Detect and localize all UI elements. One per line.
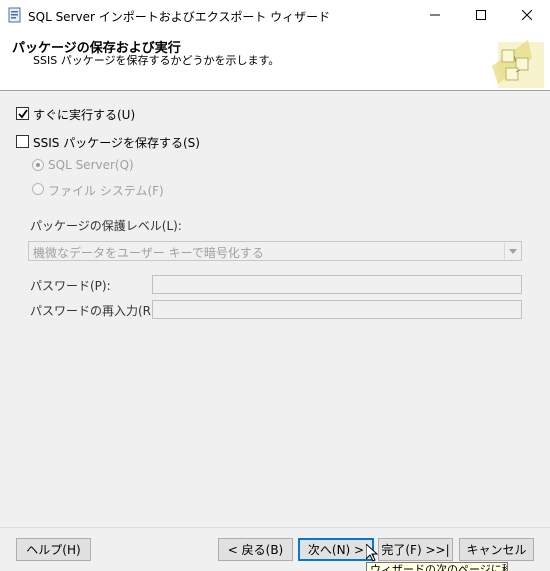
password-field[interactable] — [152, 275, 522, 294]
back-button[interactable]: < 戻る(B) — [218, 538, 293, 561]
minimize-icon — [430, 14, 440, 16]
close-button[interactable] — [504, 0, 550, 30]
run-immediately-label[interactable]: すぐに実行する(U) — [33, 106, 135, 123]
mouse-cursor-icon — [365, 542, 379, 562]
sql-server-radio[interactable] — [32, 159, 44, 171]
footer-divider — [0, 527, 550, 528]
password-label: パスワード(P): — [30, 279, 111, 293]
finish-button[interactable]: 完了(F) >>| — [378, 538, 453, 561]
maximize-icon — [476, 10, 486, 20]
protection-level-value: 機微なデータをユーザー キーで暗号化する — [33, 246, 264, 260]
checkmark-icon — [18, 109, 28, 119]
minimize-button[interactable] — [412, 0, 458, 30]
password-confirm-field[interactable] — [152, 300, 522, 319]
next-button[interactable]: 次へ(N) > — [298, 538, 374, 561]
wizard-header: パッケージの保存および実行 SSIS パッケージを保存するかどうかを示します。 — [0, 30, 550, 90]
next-button-tooltip: ウィザードの次のページに移動 — [366, 562, 508, 571]
close-icon — [522, 10, 532, 20]
run-immediately-checkbox[interactable] — [16, 107, 29, 120]
wizard-app-icon — [8, 7, 22, 23]
maximize-button[interactable] — [458, 0, 504, 30]
chevron-down-icon[interactable] — [504, 243, 520, 259]
help-button[interactable]: ヘルプ(H) — [16, 538, 91, 561]
file-system-label[interactable]: ファイル システム(F) — [48, 182, 164, 199]
title-bar: SQL Server インポートおよびエクスポート ウィザード — [0, 0, 550, 30]
sql-server-label[interactable]: SQL Server(Q) — [48, 158, 134, 172]
password-confirm-label: パスワードの再入力(R): — [30, 304, 160, 318]
page-subtitle: SSIS パッケージを保存するかどうかを示します。 — [33, 54, 280, 67]
protection-level-select[interactable]: 機微なデータをユーザー キーで暗号化する — [28, 241, 522, 261]
window-title: SQL Server インポートおよびエクスポート ウィザード — [28, 10, 331, 24]
content-area: すぐに実行する(U) SSIS パッケージを保存する(S) SQL Server… — [0, 91, 550, 527]
cancel-button[interactable]: キャンセル — [459, 538, 534, 561]
file-system-radio[interactable] — [32, 183, 44, 195]
protection-level-label: パッケージの保護レベル(L): — [30, 219, 182, 233]
save-package-label[interactable]: SSIS パッケージを保存する(S) — [33, 134, 200, 151]
wizard-header-graphic — [488, 36, 546, 90]
save-package-checkbox[interactable] — [16, 135, 29, 148]
